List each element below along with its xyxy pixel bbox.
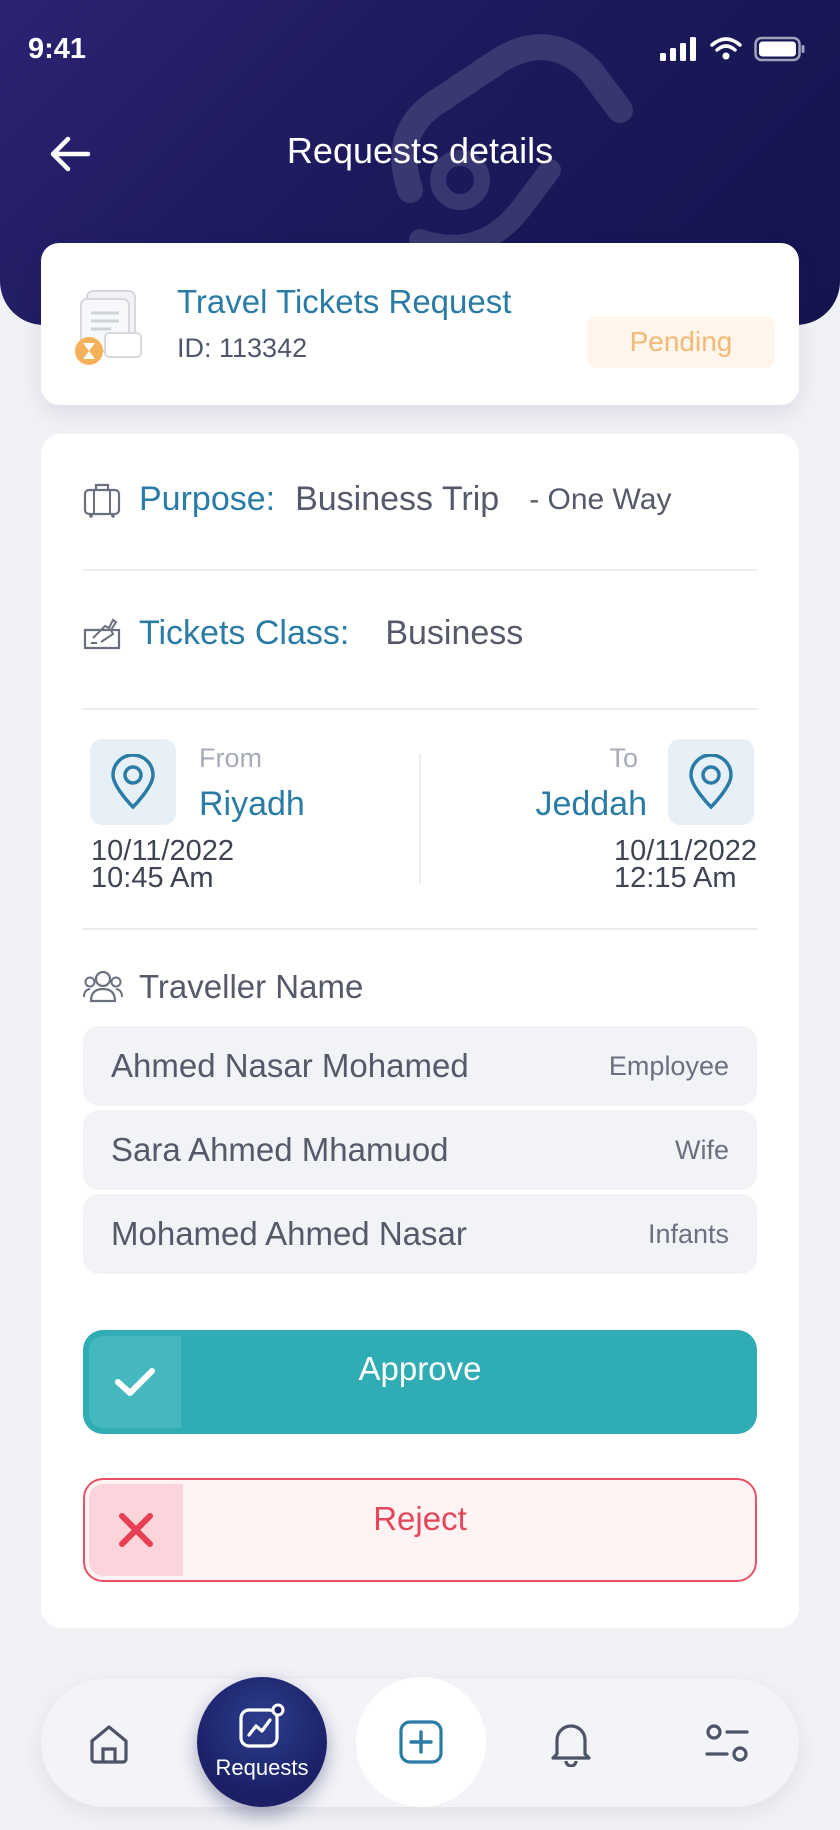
nav-add[interactable] xyxy=(356,1677,486,1807)
traveller-name: Ahmed Nasar Mohamed xyxy=(111,1047,469,1084)
approve-button[interactable]: Approve xyxy=(83,1330,757,1434)
divider xyxy=(83,569,757,571)
traveller-role: Employee xyxy=(608,1050,729,1081)
request-id: ID: 113342 xyxy=(177,333,308,363)
from-datetime: 10/11/2022 10:45 Am xyxy=(91,835,234,894)
tickets-class-value: Business xyxy=(385,614,524,652)
location-pin-icon xyxy=(689,754,733,810)
nav-requests-label: Requests xyxy=(215,1755,309,1780)
purpose-label: Purpose: xyxy=(139,480,276,518)
status-badge: Pending xyxy=(587,316,775,368)
nav-settings[interactable] xyxy=(677,1679,777,1807)
page-title: Requests details xyxy=(286,130,554,171)
wifi-icon xyxy=(710,37,742,60)
signal-icon xyxy=(660,37,696,61)
chart-icon xyxy=(239,1703,285,1748)
divider xyxy=(83,708,757,710)
traveller-name: Mohamed Ahmed Nasar xyxy=(111,1215,467,1252)
tickets-class-row: Tickets Class: Business xyxy=(83,614,523,653)
nav-notifications[interactable] xyxy=(521,1679,621,1807)
to-time: 12:15 Am xyxy=(614,862,737,894)
bell-icon xyxy=(551,1724,591,1767)
battery-icon xyxy=(754,36,805,62)
to-date: 10/11/2022 xyxy=(614,835,757,867)
home-icon xyxy=(90,1725,128,1764)
nav-requests[interactable]: Requests xyxy=(197,1677,327,1807)
to-location-box xyxy=(668,739,754,825)
from-label: From xyxy=(199,743,262,773)
to-label: To xyxy=(609,743,638,773)
traveller-row: Sara Ahmed Mhamuod Wife xyxy=(83,1110,757,1190)
from-location-box xyxy=(90,739,176,825)
status-time: 9:41 xyxy=(28,33,87,65)
to-city: Jeddah xyxy=(535,785,647,823)
traveller-role: Infants xyxy=(647,1218,729,1249)
from-time: 10:45 Am xyxy=(91,862,214,894)
reject-button[interactable]: Reject xyxy=(83,1478,757,1582)
traveller-heading: Traveller Name xyxy=(139,968,364,1005)
request-title: Travel Tickets Request xyxy=(177,283,512,320)
route-separator xyxy=(419,754,421,884)
to-datetime: 10/11/2022 12:15 Am xyxy=(614,835,757,894)
add-icon xyxy=(399,1720,443,1764)
approve-label: Approve xyxy=(358,1350,482,1387)
traveller-role: Wife xyxy=(675,1134,729,1165)
sliders-icon xyxy=(705,1724,749,1762)
nav-home[interactable] xyxy=(59,1679,159,1807)
divider xyxy=(83,928,757,930)
luggage-icon xyxy=(83,483,121,518)
from-city: Riyadh xyxy=(199,785,305,823)
status-icons xyxy=(660,36,806,62)
traveller-row: Mohamed Ahmed Nasar Infants xyxy=(83,1194,757,1274)
traveller-name: Sara Ahmed Mhamuod xyxy=(111,1131,449,1168)
users-icon xyxy=(83,970,123,1003)
request-details-card: Purpose: Business Trip - One Way Tickets… xyxy=(41,434,799,1628)
request-summary-card: Travel Tickets Request ID: 113342 Pendin… xyxy=(41,243,799,405)
traveller-row: Ahmed Nasar Mohamed Employee xyxy=(83,1026,757,1106)
purpose-value: Business Trip xyxy=(295,480,500,518)
purpose-row: Purpose: Business Trip - One Way xyxy=(83,480,671,519)
trip-type: - One Way xyxy=(529,482,672,516)
location-pin-icon xyxy=(111,754,155,810)
plane-ticket-icon xyxy=(83,618,121,649)
document-pending-icon xyxy=(75,290,142,365)
reject-label: Reject xyxy=(373,1500,467,1537)
from-date: 10/11/2022 xyxy=(91,835,234,867)
bottom-nav: Requests xyxy=(41,1677,799,1807)
traveller-heading-row: Traveller Name xyxy=(83,968,363,1006)
tickets-class-label: Tickets Class: xyxy=(139,614,350,652)
